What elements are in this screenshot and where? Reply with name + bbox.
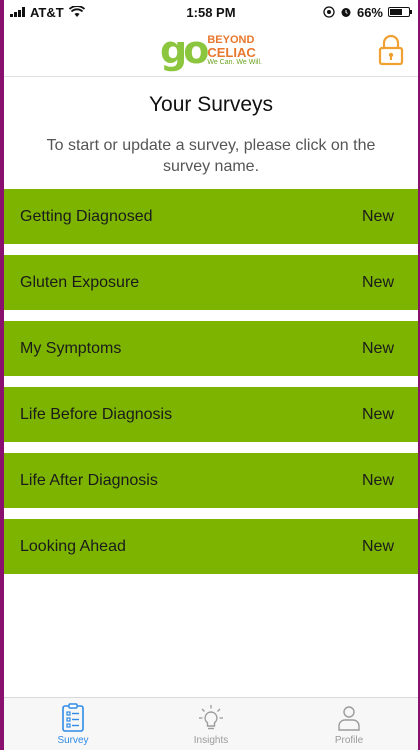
logo-words: BEYOND CELIAC We Can. We Will.: [207, 33, 262, 66]
location-lock-icon: [323, 6, 335, 18]
logo-brand-line2: CELIAC: [207, 44, 256, 60]
battery-percent: 66%: [356, 4, 383, 20]
status-bar-left: AT&T: [10, 5, 85, 20]
survey-status: New: [361, 537, 394, 555]
tab-label: Profile: [334, 735, 364, 746]
tab-label: Survey: [57, 735, 89, 746]
tab-insights[interactable]: Insights: [166, 698, 256, 750]
survey-item-my-symptoms[interactable]: My Symptoms New: [4, 321, 418, 376]
battery-icon: [388, 7, 412, 17]
tab-label: Insights: [193, 735, 229, 746]
survey-status: New: [361, 207, 394, 225]
lock-icon: [378, 34, 404, 66]
survey-list: Getting Diagnosed New Gluten Exposure Ne…: [4, 189, 418, 574]
survey-item-life-after-diagnosis[interactable]: Life After Diagnosis New: [4, 453, 418, 508]
survey-name: My Symptoms: [20, 339, 122, 357]
survey-status: New: [361, 273, 394, 291]
tab-survey[interactable]: Survey: [28, 698, 118, 750]
survey-status: New: [361, 471, 394, 489]
status-bar-right: 66%: [323, 4, 412, 20]
survey-name: Life Before Diagnosis: [20, 405, 173, 423]
carrier-label: AT&T: [30, 4, 64, 20]
survey-item-getting-diagnosed[interactable]: Getting Diagnosed New: [4, 189, 418, 244]
survey-status: New: [361, 339, 394, 357]
signal-icon: [10, 7, 25, 17]
survey-status: New: [361, 405, 394, 423]
status-bar: AT&T 1:58 PM 66%: [4, 0, 418, 24]
survey-item-gluten-exposure[interactable]: Gluten Exposure New: [4, 255, 418, 310]
survey-name: Gluten Exposure: [20, 273, 140, 291]
page-instructions: To start or update a survey, please clic…: [46, 137, 376, 175]
lightbulb-icon: [199, 705, 223, 730]
nav-header: go BEYOND CELIAC We Can. We Will.: [4, 24, 418, 77]
logo-tagline: We Can. We Will.: [207, 58, 262, 66]
survey-name: Life After Diagnosis: [20, 471, 158, 489]
alarm-icon: [341, 8, 351, 17]
survey-item-looking-ahead[interactable]: Looking Ahead New: [4, 519, 418, 574]
wifi-icon: [68, 6, 85, 17]
survey-name: Getting Diagnosed: [20, 207, 153, 225]
beyond-celiac-logo: go BEYOND CELIAC We Can. We Will.: [160, 31, 262, 69]
tab-bar: Survey Insights Profile: [4, 697, 418, 750]
person-icon: [338, 706, 360, 731]
page-title: Your Surveys: [148, 93, 274, 116]
clipboard-checklist-icon: [62, 703, 84, 732]
survey-name: Looking Ahead: [20, 537, 126, 555]
logo-go-text: go: [160, 28, 209, 72]
tab-profile[interactable]: Profile: [304, 698, 394, 750]
survey-item-life-before-diagnosis[interactable]: Life Before Diagnosis New: [4, 387, 418, 442]
lock-button[interactable]: [378, 34, 404, 66]
app-screen: AT&T 1:58 PM 66% go BEYOND CELIAC We Can…: [4, 0, 418, 750]
logo-brand-line1: BEYOND: [207, 33, 255, 46]
